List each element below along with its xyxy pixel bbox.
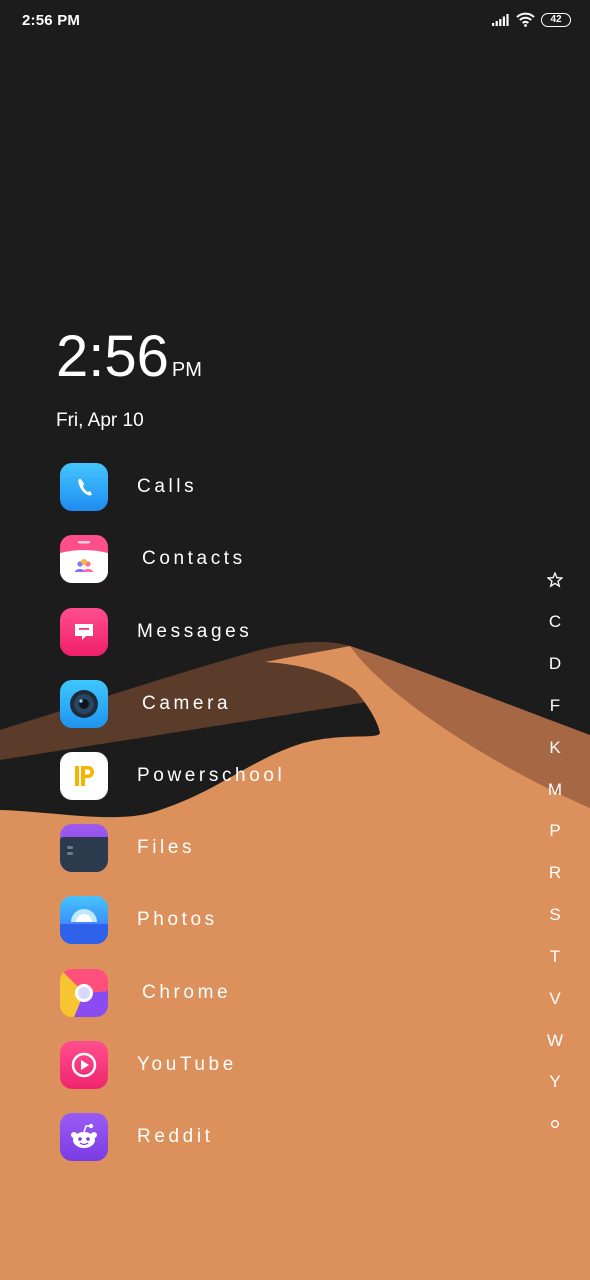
- app-item-contacts[interactable]: Contacts: [60, 535, 360, 583]
- signal-icon: [492, 14, 509, 26]
- clock-widget[interactable]: 2:56 PM: [56, 322, 202, 392]
- index-letter-d[interactable]: D: [535, 652, 575, 676]
- index-letter-k[interactable]: K: [535, 736, 575, 760]
- index-letter-r[interactable]: R: [535, 861, 575, 885]
- index-letter-v[interactable]: V: [535, 987, 575, 1011]
- circle-icon[interactable]: [535, 1112, 575, 1136]
- index-letter-s[interactable]: S: [535, 903, 575, 927]
- app-label: Powerschool: [137, 765, 286, 786]
- index-letter-c[interactable]: C: [535, 610, 575, 634]
- files-icon: [60, 824, 108, 872]
- index-letter-f[interactable]: F: [535, 694, 575, 718]
- app-item-messages[interactable]: Messages: [60, 608, 360, 656]
- photos-icon: [60, 896, 108, 944]
- index-letter-p[interactable]: P: [535, 819, 575, 843]
- clock-ampm: PM: [171, 359, 202, 381]
- status-bar: 2:56 PM 42: [0, 0, 590, 42]
- app-item-chrome[interactable]: Chrome: [60, 969, 360, 1017]
- app-label: Calls: [137, 476, 198, 497]
- app-item-photos[interactable]: Photos: [60, 896, 360, 944]
- app-item-youtube[interactable]: YouTube: [60, 1041, 360, 1089]
- chrome-icon: [60, 969, 108, 1017]
- clock-time: 2:56: [56, 324, 169, 389]
- app-label: Files: [137, 837, 196, 858]
- app-label: Messages: [137, 621, 253, 642]
- status-time: 2:56 PM: [22, 12, 81, 29]
- app-label: Photos: [137, 909, 218, 930]
- index-letter-m[interactable]: M: [535, 778, 575, 802]
- app-item-camera[interactable]: Camera: [60, 680, 360, 728]
- index-letter-w[interactable]: W: [535, 1029, 575, 1053]
- app-item-reddit[interactable]: Reddit: [60, 1113, 360, 1161]
- app-item-calls[interactable]: Calls: [60, 463, 360, 511]
- index-letter-t[interactable]: T: [535, 945, 575, 969]
- clock-date[interactable]: Fri, Apr 10: [56, 410, 144, 432]
- app-label: Reddit: [137, 1126, 214, 1147]
- app-item-powerschool[interactable]: Powerschool: [60, 752, 360, 800]
- app-item-files[interactable]: Files: [60, 824, 360, 872]
- camera-icon: [60, 680, 108, 728]
- app-label: Camera: [142, 693, 232, 714]
- phone-icon: [60, 463, 108, 511]
- star-icon[interactable]: [535, 568, 575, 592]
- app-label: Contacts: [142, 548, 246, 569]
- contacts-icon: [60, 535, 108, 583]
- battery-icon: 42: [541, 13, 571, 27]
- message-icon: [60, 608, 108, 656]
- app-label: Chrome: [142, 982, 232, 1003]
- youtube-icon: [60, 1041, 108, 1089]
- app-label: YouTube: [137, 1054, 237, 1075]
- powerschool-icon: [60, 752, 108, 800]
- index-letter-y[interactable]: Y: [535, 1070, 575, 1094]
- reddit-icon: [60, 1113, 108, 1161]
- wifi-icon: [516, 12, 535, 27]
